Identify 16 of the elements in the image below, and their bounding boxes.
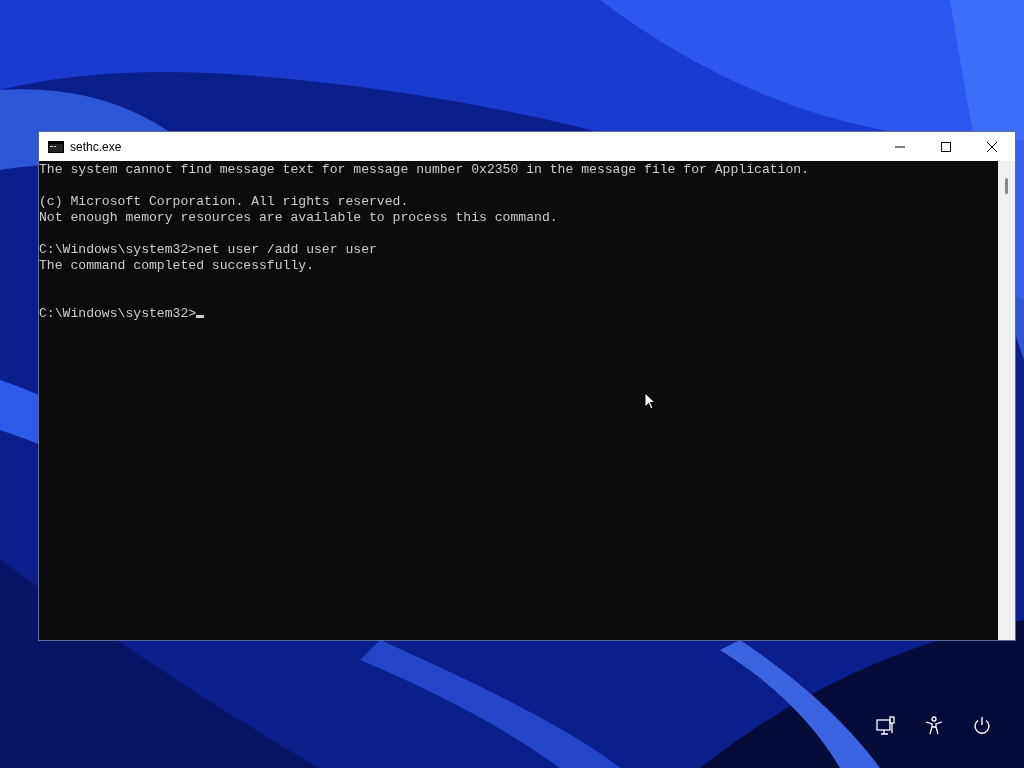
console-line: (c) Microsoft Corporation. All rights reserved.	[39, 194, 409, 209]
network-icon[interactable]	[876, 716, 896, 736]
console-icon	[48, 140, 64, 153]
scrollbar-thumb[interactable]	[1005, 178, 1008, 194]
console-line: The system cannot find message text for message number 0x2350 in the message file for Application.	[39, 162, 810, 177]
mouse-pointer-icon	[644, 392, 656, 410]
close-icon	[986, 140, 998, 153]
console-line: Not enough memory resources are available to process this command.	[39, 210, 558, 225]
maximize-icon	[940, 140, 952, 153]
console-line: C:\Windows\system32>	[39, 306, 197, 321]
console-line: C:\Windows\system32>net user /add user user	[39, 242, 377, 257]
power-icon[interactable]	[972, 716, 992, 736]
console-line: The command completed successfully.	[39, 258, 314, 273]
accessibility-icon[interactable]	[924, 716, 944, 736]
scrollbar[interactable]	[998, 161, 1015, 640]
window-title: sethc.exe	[70, 139, 122, 154]
